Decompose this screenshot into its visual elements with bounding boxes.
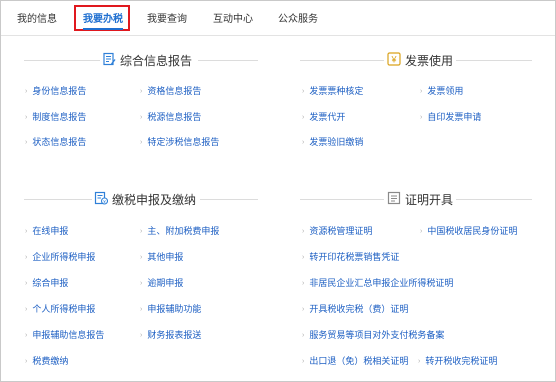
link-comprehensive-filing[interactable]: › 综合申报	[25, 276, 68, 289]
page-frame	[0, 0, 556, 382]
section-divider	[24, 199, 92, 200]
link-invoice-proxy-issue[interactable]: › 发票代开	[302, 110, 345, 123]
link-main-additional-tax-filing[interactable]: › 主、附加税费申报	[140, 224, 219, 237]
tab-public-service[interactable]: 公众服务	[278, 10, 318, 25]
link-filing-assist-functions[interactable]: › 申报辅助功能	[140, 302, 201, 315]
link-nonresident-consolidated-cit-certificate[interactable]: › 非居民企业汇总申报企业所得税证明	[302, 276, 453, 289]
section-divider	[198, 60, 258, 61]
section-title-info-report: 综合信息报告	[120, 54, 193, 68]
link-self-print-invoice-application[interactable]: › 自印发票申请	[420, 110, 481, 123]
link-online-filing[interactable]: › 在线申报	[25, 224, 68, 237]
section-divider	[300, 199, 384, 200]
link-outbound-payment-filing[interactable]: › 服务贸易等项目对外支付税务备案	[302, 328, 444, 341]
section-divider	[24, 60, 100, 61]
link-china-tax-resident-certificate[interactable]: › 中国税收居民身份证明	[420, 224, 517, 237]
document-edit-icon	[102, 52, 116, 66]
link-stamp-tax-sales-voucher[interactable]: › 转开印花税票销售凭证	[302, 250, 399, 263]
link-tax-payment-certificate[interactable]: › 开具税收完税（费）证明	[302, 302, 408, 315]
section-divider	[300, 60, 384, 61]
link-qualification-info-report[interactable]: › 资格信息报告	[140, 84, 201, 97]
certificate-icon	[387, 191, 401, 205]
section-divider	[456, 199, 532, 200]
link-system-info-report[interactable]: › 制度信息报告	[25, 110, 86, 123]
section-title-invoice: 发票使用	[405, 54, 454, 68]
tab-interaction-center[interactable]: 互动中心	[213, 10, 253, 25]
section-divider	[456, 60, 532, 61]
link-invoice-type-approval[interactable]: › 发票票种核定	[302, 84, 363, 97]
link-transfer-tax-payment-certificate[interactable]: › 转开税收完税证明	[418, 354, 497, 367]
link-export-refund-certificate[interactable]: › 出口退（免）税相关证明	[302, 354, 408, 367]
link-tax-payment[interactable]: › 税费缴纳	[25, 354, 68, 367]
link-overdue-filing[interactable]: › 逾期申报	[140, 276, 183, 289]
link-other-filing[interactable]: › 其他申报	[140, 250, 183, 263]
yen-icon: ¥	[387, 52, 401, 66]
link-specific-tax-info-report[interactable]: › 特定涉税信息报告	[140, 135, 219, 148]
tax-form-icon: ¥	[94, 191, 109, 205]
link-status-info-report[interactable]: › 状态信息报告	[25, 135, 86, 148]
section-divider	[200, 199, 258, 200]
link-personal-income-tax-filing[interactable]: › 个人所得税申报	[25, 302, 95, 315]
link-financial-statement-submission[interactable]: › 财务报表报送	[140, 328, 201, 341]
tab-my-info[interactable]: 我的信息	[17, 10, 57, 25]
link-tax-source-info-report[interactable]: › 税源信息报告	[140, 110, 201, 123]
active-tab-underline	[83, 28, 123, 30]
link-filing-assist-info-report[interactable]: › 申报辅助信息报告	[25, 328, 104, 341]
svg-text:¥: ¥	[390, 55, 397, 65]
tab-query[interactable]: 我要查询	[147, 10, 187, 25]
link-identity-info-report[interactable]: › 身份信息报告	[25, 84, 86, 97]
link-resource-tax-management-certificate[interactable]: › 资源税管理证明	[302, 224, 372, 237]
section-title-certificate: 证明开具	[405, 193, 454, 207]
section-title-tax-filing: 缴税申报及缴纳	[112, 193, 197, 207]
link-invoice-verification-cancel[interactable]: › 发票验旧缴销	[302, 135, 363, 148]
link-invoice-collection[interactable]: › 发票领用	[420, 84, 463, 97]
link-corporate-income-tax-filing[interactable]: › 企业所得税申报	[25, 250, 95, 263]
top-nav-bar: 我的信息 我要办税 我要查询 互动中心 公众服务	[1, 1, 555, 36]
